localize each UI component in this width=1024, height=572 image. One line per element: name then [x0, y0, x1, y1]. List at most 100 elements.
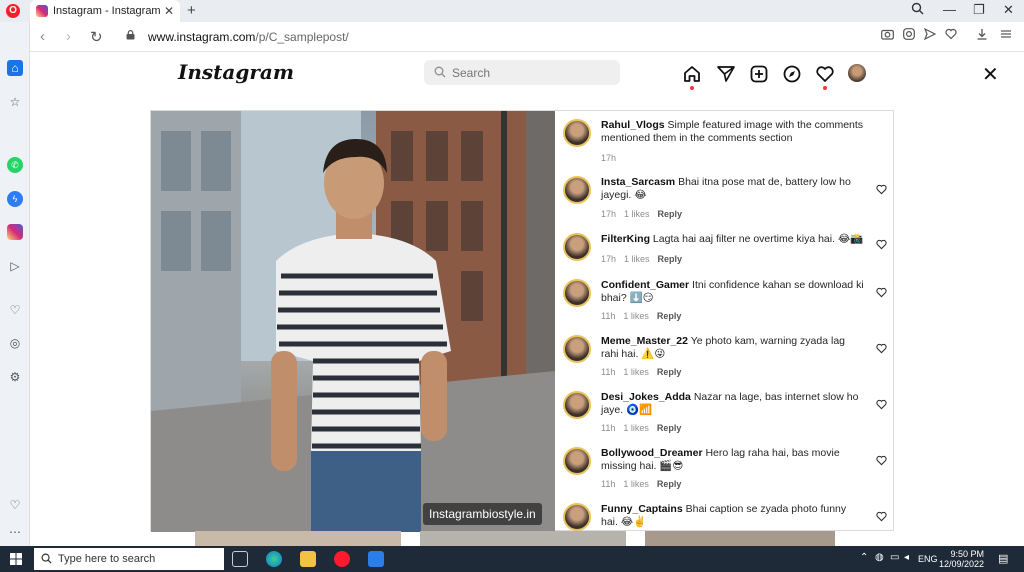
comment-username[interactable]: Insta_Sarcasm	[601, 176, 675, 188]
input-language[interactable]: ENG	[918, 554, 938, 564]
tray-overflow-icon[interactable]: ⌃	[860, 552, 868, 563]
windows-start-icon[interactable]	[10, 553, 22, 565]
messenger-icon[interactable]: ϟ	[7, 191, 23, 207]
comment-likes[interactable]: 1 likes	[623, 311, 649, 321]
comment-username[interactable]: Bollywood_Dreamer	[601, 447, 703, 459]
my-flow-heart-icon[interactable]: ♡	[7, 302, 23, 318]
restore-icon[interactable]: ❐	[973, 2, 985, 18]
snapshot-icon[interactable]: ◎	[7, 335, 23, 351]
like-comment-heart-icon[interactable]	[876, 239, 887, 250]
more-post-thumbnail[interactable]	[645, 531, 835, 546]
explore-icon[interactable]	[782, 64, 802, 84]
comment-username[interactable]: FilterKing	[601, 233, 650, 245]
search-tabs-icon[interactable]	[911, 2, 924, 18]
camera-icon[interactable]	[881, 28, 894, 43]
commenter-avatar[interactable]	[563, 447, 591, 475]
url-host: www.instagram.com	[148, 30, 256, 44]
task-view-icon[interactable]	[232, 551, 248, 567]
favorites-heart-icon[interactable]: ♡	[7, 497, 23, 513]
home-speed-dial-icon[interactable]: ⌂	[7, 60, 23, 76]
profile-avatar[interactable]	[848, 64, 866, 82]
network-icon[interactable]: ◍	[875, 552, 884, 563]
comment-likes[interactable]: 1 likes	[624, 209, 650, 219]
commenter-avatar[interactable]	[563, 233, 591, 261]
reply-button[interactable]: Reply	[658, 254, 683, 264]
volume-icon[interactable]: ◂	[904, 552, 909, 563]
post-photo[interactable]: Instagrambiostyle.in	[151, 111, 555, 532]
url-field[interactable]: www.instagram.com/p/C_samplepost/	[148, 30, 349, 44]
instagram-logo[interactable]: Instagram	[178, 60, 294, 84]
file-explorer-icon[interactable]	[300, 551, 316, 567]
comment-username[interactable]: Funny_Captains	[601, 503, 683, 515]
close-window-icon[interactable]: ✕	[1003, 2, 1014, 18]
send-sidebar-icon[interactable]: ▷	[7, 258, 23, 274]
create-post-icon[interactable]	[749, 64, 769, 84]
comment-time: 17h	[601, 254, 617, 264]
reply-button[interactable]: Reply	[657, 479, 682, 489]
comment-likes[interactable]: 1 likes	[624, 254, 650, 264]
comment-likes[interactable]: 1 likes	[623, 423, 649, 433]
commenter-avatar[interactable]	[563, 176, 591, 204]
commenter-avatar[interactable]	[563, 279, 591, 307]
comment-likes[interactable]: 1 likes	[623, 479, 649, 489]
instagram-header: Instagram ✕	[30, 52, 1024, 96]
back-icon[interactable]: ‹	[40, 28, 45, 45]
settings-gear-icon[interactable]: ⚙	[7, 369, 23, 385]
commenter-avatar[interactable]	[563, 119, 591, 147]
reload-icon[interactable]: ↻	[90, 28, 103, 46]
app-taskbar-icon[interactable]	[368, 551, 384, 567]
search-input[interactable]	[424, 60, 620, 85]
comment-time: 11h	[601, 367, 616, 377]
comment-username[interactable]: Confident_Gamer	[601, 279, 689, 291]
notifications-heart-icon[interactable]	[815, 64, 835, 84]
whatsapp-icon[interactable]: ✆	[7, 157, 23, 173]
more-post-thumbnail[interactable]	[420, 531, 626, 546]
send-icon[interactable]	[923, 27, 937, 43]
comment-username[interactable]: Desi_Jokes_Adda	[601, 391, 691, 403]
comment-time: 11h	[601, 479, 616, 489]
minimize-icon[interactable]: —	[943, 2, 956, 17]
easy-setup-icon[interactable]	[1000, 28, 1012, 43]
comment-likes[interactable]: 1 likes	[623, 367, 649, 377]
edge-icon[interactable]	[266, 551, 282, 567]
forward-icon[interactable]: ›	[66, 28, 71, 45]
bookmark-heart-icon[interactable]	[945, 28, 957, 43]
more-sidebar-icon[interactable]: ⋯	[7, 524, 23, 540]
commenter-avatar[interactable]	[563, 391, 591, 419]
like-comment-heart-icon[interactable]	[876, 287, 887, 298]
like-comment-heart-icon[interactable]	[876, 455, 887, 466]
like-comment-heart-icon[interactable]	[876, 511, 887, 522]
reply-button[interactable]: Reply	[658, 209, 683, 219]
opera-taskbar-icon[interactable]	[334, 551, 350, 567]
opera-logo-icon[interactable]: O	[6, 4, 20, 18]
commenter-avatar[interactable]	[563, 503, 591, 531]
like-comment-heart-icon[interactable]	[876, 184, 887, 195]
battery-icon[interactable]: ▭	[890, 552, 899, 563]
taskbar-search-icon	[41, 553, 52, 564]
commenter-avatar[interactable]	[563, 335, 591, 363]
instagram-sidebar-icon[interactable]	[7, 224, 23, 240]
comment-username[interactable]: Rahul_Vlogs	[601, 119, 665, 131]
taskbar-search-box[interactable]: Type here to search	[34, 548, 224, 570]
clock[interactable]: 9:50 PM 12/09/2022	[939, 549, 984, 569]
comment-username[interactable]: Meme_Master_22	[601, 335, 688, 347]
browser-tab[interactable]: Instagram - Instagram ✕	[30, 0, 180, 22]
reply-button[interactable]: Reply	[657, 423, 682, 433]
reply-button[interactable]: Reply	[657, 311, 682, 321]
clock-date: 12/09/2022	[938, 559, 984, 569]
like-comment-heart-icon[interactable]	[876, 343, 887, 354]
download-icon[interactable]	[976, 28, 988, 43]
notification-center-icon[interactable]: ▤	[998, 552, 1008, 565]
instagram-shortcut-icon[interactable]	[903, 28, 915, 43]
home-icon[interactable]	[682, 64, 702, 84]
close-post-icon[interactable]: ✕	[982, 62, 999, 87]
new-tab-icon[interactable]: +	[187, 2, 196, 19]
reply-button[interactable]: Reply	[657, 367, 682, 377]
direct-messages-icon[interactable]	[716, 64, 736, 84]
like-comment-heart-icon[interactable]	[876, 399, 887, 410]
browser-tab-bar: O Instagram - Instagram ✕ + — ❐ ✕	[0, 0, 1024, 22]
close-tab-icon[interactable]: ✕	[164, 4, 174, 18]
url-path: /p/C_samplepost/	[255, 30, 349, 44]
more-post-thumbnail[interactable]	[195, 531, 401, 546]
bookmarks-star-icon[interactable]: ☆	[7, 94, 23, 110]
